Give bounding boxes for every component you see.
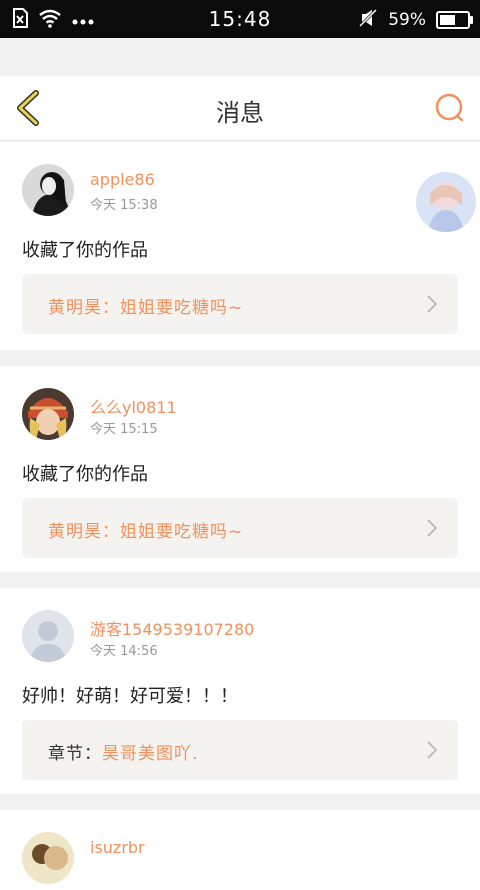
quote-content: 黄明昊：姐姐要吃糖吗~ (48, 298, 244, 318)
chevron-right-icon (426, 740, 438, 760)
quoted-work-text: 黄明昊：姐姐要吃糖吗~ (48, 293, 243, 318)
user-name[interactable]: isuzrbr (90, 838, 145, 857)
default-avatar-icon[interactable] (22, 610, 74, 662)
user-name[interactable]: apple86 (90, 170, 155, 189)
status-bar: 15:48 59% (0, 0, 480, 38)
user-name[interactable]: 么么yl0811 (90, 394, 177, 418)
quoted-work-text: 黄明昊：姐姐要吃糖吗~ (48, 517, 243, 542)
avatar[interactable] (22, 164, 74, 216)
artwork-thumbnail[interactable] (416, 172, 476, 232)
message-card: 游客1549539107280 今天 14:56 好帅！好萌！好可爱！！！ 章节… (0, 588, 480, 794)
chevron-right-icon (426, 518, 438, 538)
message-text: 收藏了你的作品 (22, 240, 148, 261)
chevron-right-icon (426, 294, 438, 314)
quoted-work-row[interactable]: 黄明昊：姐姐要吃糖吗~ (22, 274, 458, 334)
quote-content: 黄明昊：姐姐要吃糖吗~ (48, 522, 244, 542)
page-title: 消息 (216, 99, 264, 127)
message-text: 好帅！好萌！好可爱！！！ (22, 686, 238, 707)
timestamp: 今天 15:38 (90, 198, 158, 213)
timestamp: 今天 15:15 (90, 422, 158, 437)
user-name[interactable]: 游客1549539107280 (90, 616, 254, 640)
timestamp: 今天 14:56 (90, 644, 158, 659)
search-icon[interactable] (434, 92, 466, 124)
quote-content: 昊哥美图吖. (102, 744, 199, 764)
battery-level (440, 15, 455, 25)
avatar[interactable] (22, 388, 74, 440)
nav-bar: 消息 (0, 76, 480, 141)
message-list: apple86 今天 15:38 收藏了你的作品 黄明昊：姐姐要吃糖吗~ 么么y… (0, 142, 480, 890)
message-card: isuzrbr (0, 810, 480, 890)
quoted-work-row[interactable]: 黄明昊：姐姐要吃糖吗~ (22, 498, 458, 558)
message-card: apple86 今天 15:38 收藏了你的作品 黄明昊：姐姐要吃糖吗~ (0, 142, 480, 350)
message-text: 收藏了你的作品 (22, 464, 148, 485)
status-right-icons: 59% (358, 8, 473, 32)
quoted-chapter-row[interactable]: 章节：昊哥美图吖. (22, 720, 458, 780)
quoted-chapter-text: 章节：昊哥美图吖. (48, 739, 198, 764)
battery-icon (436, 11, 473, 29)
mute-icon (358, 8, 378, 32)
battery-percent: 59% (388, 10, 426, 30)
message-card: 么么yl0811 今天 15:15 收藏了你的作品 黄明昊：姐姐要吃糖吗~ (0, 366, 480, 572)
avatar[interactable] (22, 832, 74, 884)
quote-label: 章节： (48, 744, 102, 764)
